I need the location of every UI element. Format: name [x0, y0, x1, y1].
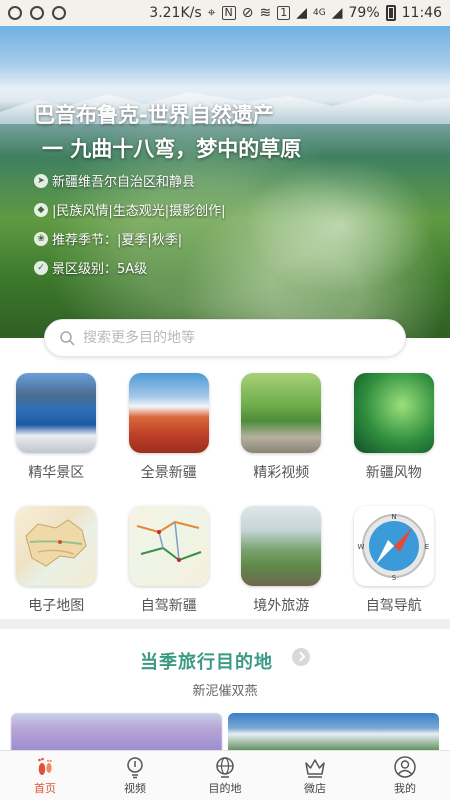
grid-item-label: 新疆风物: [365, 465, 422, 481]
hero-title: 巴音布鲁克-世界自然遗产 一 九曲十八弯，梦中的草原: [34, 98, 301, 166]
hero-location-row: ➤ 新疆维吾尔自治区和静县: [34, 166, 226, 195]
lake-photo: [16, 373, 97, 453]
section-divider: [0, 619, 450, 629]
battery-icon: [385, 5, 396, 21]
destination-card[interactable]: [11, 713, 222, 751]
search-input[interactable]: [83, 330, 373, 346]
leaf-icon: ❀: [34, 231, 48, 246]
network-type: 4G: [313, 8, 326, 18]
hero-title-line2: 一 九曲十八弯，梦中的草原: [42, 137, 302, 161]
route-map-icon: [128, 506, 209, 586]
bulb-icon: [127, 757, 143, 779]
alarm-icon: [52, 6, 66, 20]
signal2-icon: ◢: [331, 5, 343, 21]
wifi-icon: ≋: [259, 5, 272, 21]
location-arrow-icon: ➤: [34, 173, 48, 188]
tab-label: 首页: [34, 782, 56, 795]
user-icon: [394, 756, 416, 778]
grid-item-label: 自驾新疆: [140, 598, 197, 614]
tab-label: 微店: [304, 782, 326, 795]
hero-tags-row: ◆ |民族风情|生态观光|摄影创作|: [34, 195, 226, 224]
grid-item-local-goods[interactable]: 新疆风物: [338, 373, 450, 482]
hero-info: ➤ 新疆维吾尔自治区和静县 ◆ |民族风情|生态观光|摄影创作| ❀ 推荐季节：…: [34, 166, 226, 282]
pasture-photo: [241, 506, 322, 586]
tag-icon: ◆: [34, 202, 48, 217]
hero-level-row: ✓ 景区级别：5A级: [34, 253, 226, 282]
svg-text:S: S: [392, 574, 397, 582]
tab-label: 我的: [394, 782, 416, 795]
globe-icon: [216, 757, 234, 778]
grid-item-label: 精彩视频: [253, 465, 310, 481]
hero-tags: |民族风情|生态观光|摄影创作|: [52, 204, 226, 219]
grid-item-navigation[interactable]: N S W E 自驾导航: [338, 506, 450, 615]
search-bar[interactable]: [44, 319, 406, 357]
grid-item-label: 自驾导航: [365, 598, 422, 614]
speedometer-icon: [30, 6, 44, 20]
grid-item-label: 电子地图: [28, 598, 85, 614]
hero-level: 景区级别：5A级: [52, 262, 148, 277]
water-plant-photo: [353, 373, 434, 453]
bottom-nav: 首页 视频 目的地 微店 我的: [0, 750, 450, 800]
svg-text:E: E: [425, 543, 429, 551]
status-bar: 3.21K/s ⌖ N ⊘ ≋ 1 ◢ 4G ◢ 79% 11:46: [0, 0, 450, 26]
grid-item-label: 全景新疆: [140, 465, 197, 481]
grid-item-abroad[interactable]: 境外旅游: [225, 506, 338, 615]
tab-destination[interactable]: 目的地: [180, 751, 270, 800]
tab-label: 目的地: [208, 782, 242, 795]
app-screen: 3.21K/s ⌖ N ⊘ ≋ 1 ◢ 4G ◢ 79% 11:46 巴音布鲁克…: [0, 0, 450, 800]
nfc-icon: N: [221, 6, 236, 20]
destination-card[interactable]: [228, 713, 439, 751]
thumbs-up-icon: ✓: [34, 260, 48, 275]
hero-season: 推荐季节：|夏季|秋季|: [52, 233, 183, 248]
grid-item-panorama[interactable]: 全景新疆: [113, 373, 226, 482]
grid-item-label: 境外旅游: [253, 598, 310, 614]
crown-icon: [305, 759, 325, 778]
location-icon: ⌖: [207, 5, 216, 21]
sim-indicator: 1: [277, 6, 291, 20]
destination-cards: [11, 713, 439, 751]
footprint-icon: [38, 757, 52, 775]
battery-percent: 79%: [348, 5, 380, 21]
grid-item-video[interactable]: 精彩视频: [225, 373, 338, 482]
grassland-photo: [241, 373, 322, 453]
chevron-right-icon[interactable]: [292, 648, 311, 666]
signal-icon: ◢: [296, 5, 308, 21]
map-icon: [16, 506, 97, 586]
grid-item-self-drive[interactable]: 自驾新疆: [113, 506, 226, 615]
network-speed: 3.21K/s: [149, 5, 202, 21]
tab-home[interactable]: 首页: [0, 751, 90, 800]
section-title: 当季旅行目的地: [139, 652, 273, 673]
tab-label: 视频: [124, 782, 146, 795]
section-subtitle: 新泥催双燕: [192, 684, 258, 699]
svg-text:N: N: [391, 513, 396, 521]
search-icon: [60, 331, 75, 346]
sync-icon: [8, 6, 22, 20]
river-highlight: [230, 146, 450, 306]
section-header: 当季旅行目的地: [0, 648, 450, 674]
tab-profile[interactable]: 我的: [360, 751, 450, 800]
hero-location: 新疆维吾尔自治区和静县: [52, 175, 196, 190]
hero-banner[interactable]: 巴音布鲁克-世界自然遗产 一 九曲十八弯，梦中的草原 ➤ 新疆维吾尔自治区和静县…: [0, 26, 450, 338]
svg-text:W: W: [357, 543, 364, 551]
snow-mountain-photo: [128, 373, 209, 453]
grid-item-label: 精华景区: [28, 465, 85, 481]
grid-item-scenic[interactable]: 精华景区: [0, 373, 113, 482]
hero-season-row: ❀ 推荐季节：|夏季|秋季|: [34, 224, 226, 253]
clock: 11:46: [401, 5, 442, 21]
dnd-icon: ⊘: [241, 5, 254, 21]
tab-video[interactable]: 视频: [90, 751, 180, 800]
grid-item-map[interactable]: 电子地图: [0, 506, 113, 615]
category-grid: 精华景区 全景新疆 精彩视频 新疆风物 电子地图 自驾新疆 境外旅游 N S W…: [0, 373, 450, 615]
compass-icon: N S W E: [353, 506, 434, 586]
tab-shop[interactable]: 微店: [270, 751, 360, 800]
hero-title-line1: 巴音布鲁克-世界自然遗产: [34, 103, 274, 127]
